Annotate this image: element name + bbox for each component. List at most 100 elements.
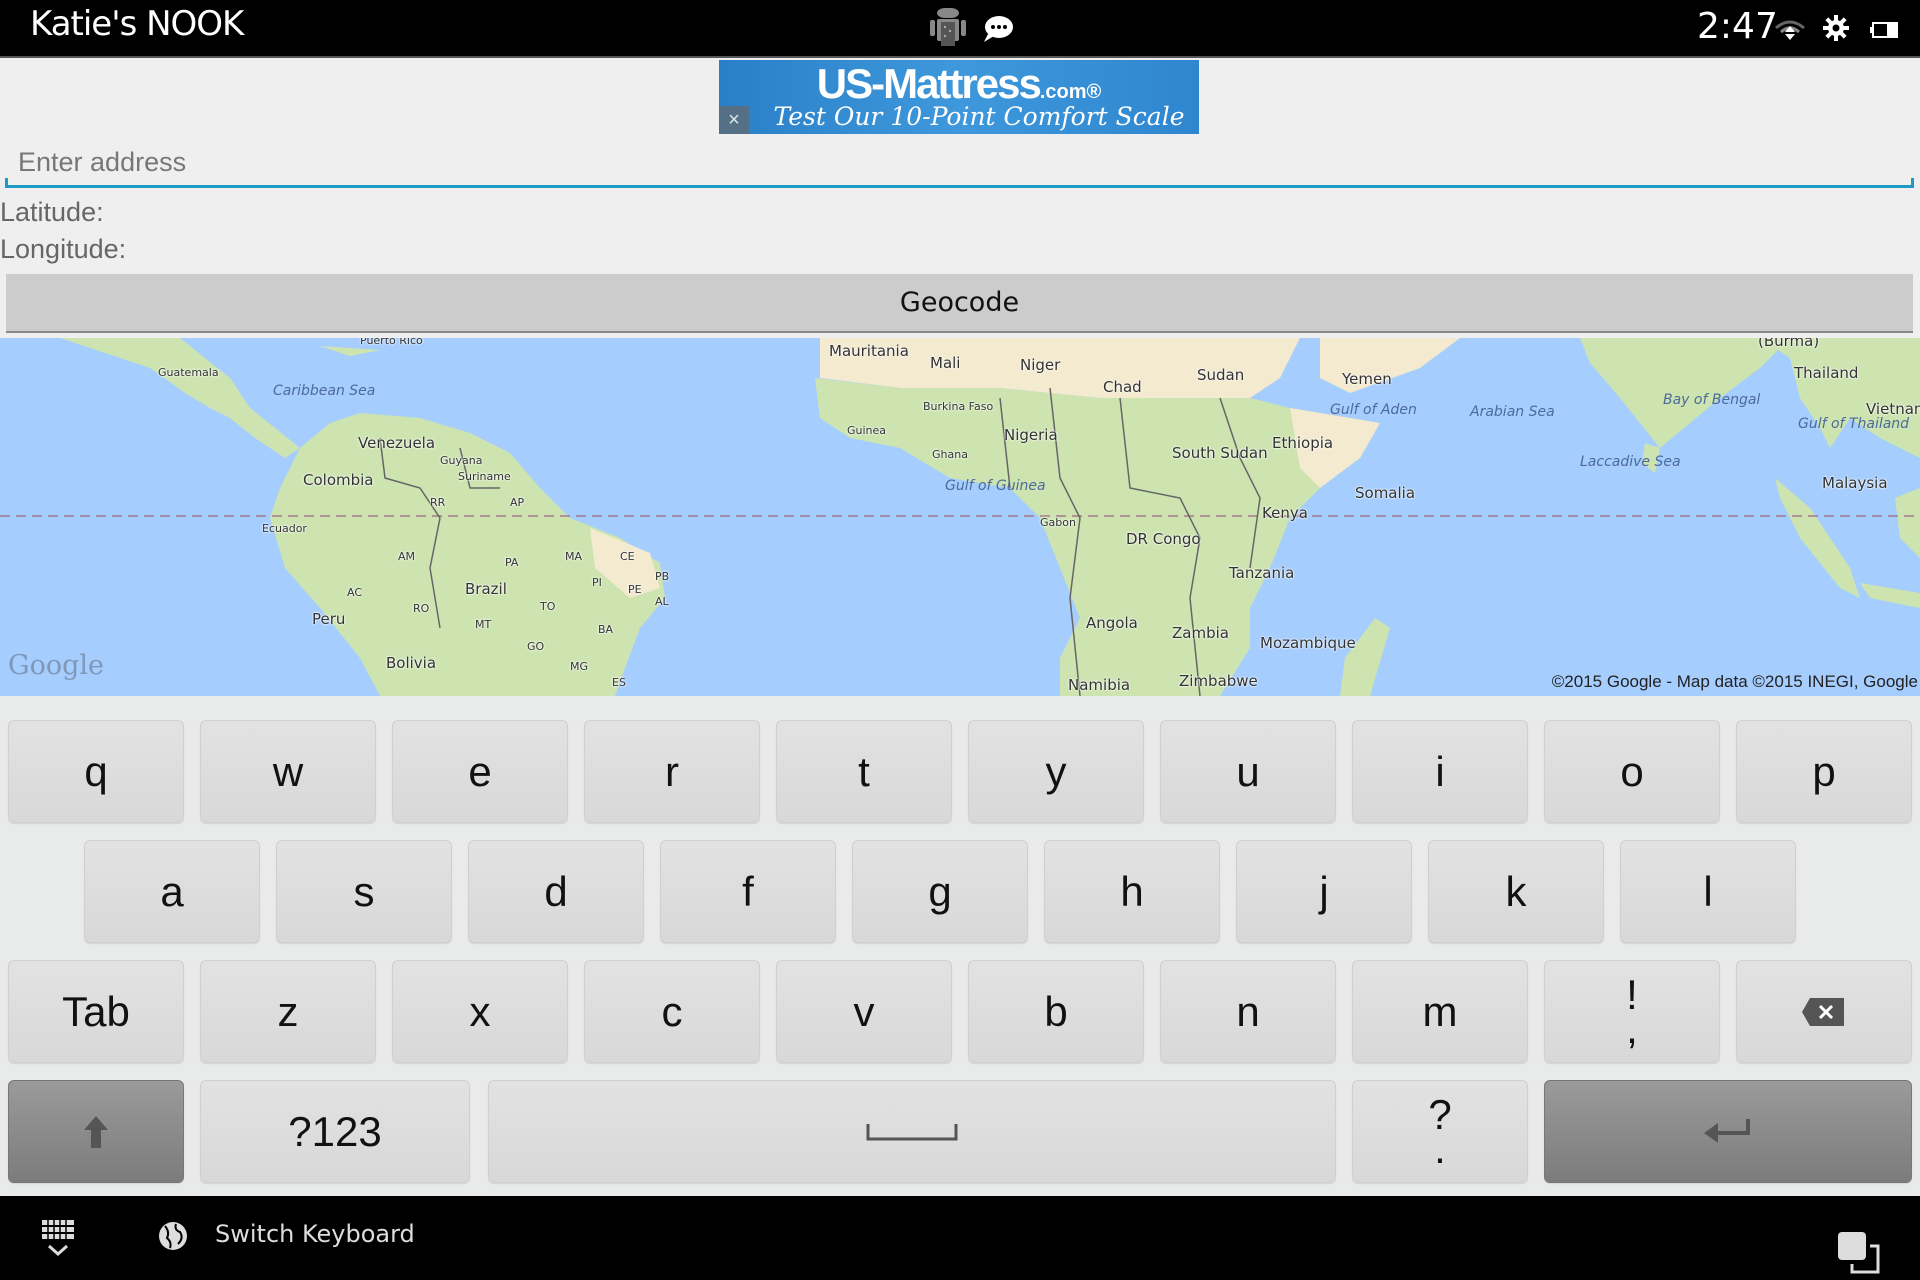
key-m[interactable]: m xyxy=(1352,960,1528,1063)
soft-keyboard: !, ?123 ?. q w e rt y u i o p a s d f g h j k… xyxy=(0,696,1920,1196)
google-logo: Google xyxy=(8,650,104,681)
key-label: n xyxy=(1236,987,1260,1035)
ad-brand: US-Mattress.com® xyxy=(816,60,1102,107)
map-label: AC xyxy=(347,586,363,599)
map-label: Angola xyxy=(1086,614,1138,632)
key-label-bottom: . xyxy=(1434,1124,1446,1172)
key-label: d xyxy=(544,867,568,915)
map-copyright: ©2015 Google - Map data ©2015 INEGI, Goo… xyxy=(1551,672,1918,691)
key-j[interactable]: j xyxy=(1236,840,1412,943)
map-label: AM xyxy=(398,550,416,563)
key-p[interactable]: p xyxy=(1736,720,1912,823)
key-k[interactable]: k xyxy=(1428,840,1604,943)
switch-keyboard-button[interactable]: Switch Keyboard xyxy=(215,1220,415,1248)
key-f[interactable]: f xyxy=(660,840,836,943)
map-label: PE xyxy=(628,583,642,596)
key-punct-question-period[interactable]: ?. xyxy=(1352,1080,1528,1183)
key-label: j xyxy=(1319,867,1329,915)
key-d[interactable]: d xyxy=(468,840,644,943)
key-o[interactable]: o xyxy=(1544,720,1720,823)
madagascar-land xyxy=(1340,618,1390,696)
map-label: Nigeria xyxy=(1004,426,1058,444)
map-label: Zimbabwe xyxy=(1179,672,1258,690)
key-label: k xyxy=(1505,867,1527,915)
key-punct-exclaim-comma[interactable]: !, xyxy=(1544,960,1720,1063)
android-debug-icon xyxy=(930,8,966,46)
address-input[interactable] xyxy=(5,140,1914,188)
map-label: Peru xyxy=(312,610,346,628)
enter-key[interactable] xyxy=(1544,1080,1912,1183)
geocode-button[interactable]: Geocode xyxy=(6,274,1913,333)
map-label: Mali xyxy=(930,354,961,372)
key-e[interactable]: e xyxy=(392,720,568,823)
map-label: Guyana xyxy=(440,454,483,467)
ad-banner[interactable]: US-Mattress.com® Test Our 10-Point Comfo… xyxy=(719,60,1199,134)
key-y[interactable]: y xyxy=(968,720,1144,823)
map-label: MT xyxy=(475,618,492,631)
key-g[interactable]: g xyxy=(852,840,1028,943)
key-label: o xyxy=(1620,747,1644,795)
key-v[interactable]: v xyxy=(776,960,952,1063)
key-z[interactable]: z xyxy=(200,960,376,1063)
map-label: Malaysia xyxy=(1822,474,1888,492)
key-s[interactable]: s xyxy=(276,840,452,943)
globe-icon[interactable] xyxy=(158,1220,188,1252)
map-label: Venezuela xyxy=(358,434,436,452)
symbols-key[interactable]: ?123 xyxy=(200,1080,470,1183)
map-label: Laccadive Sea xyxy=(1580,454,1681,470)
map-label: Chad xyxy=(1103,378,1142,396)
key-x[interactable]: x xyxy=(392,960,568,1063)
key-label: q xyxy=(84,747,108,795)
ad-tagline: Test Our 10-Point Comfort Scale xyxy=(773,102,1185,131)
map-label: RR xyxy=(430,496,446,509)
status-bar: Katie's NOOK 2:47 xyxy=(0,0,1920,58)
backspace-key[interactable] xyxy=(1736,960,1912,1063)
map-label: Brazil xyxy=(465,580,507,598)
key-n[interactable]: n xyxy=(1160,960,1336,1063)
map-label: BA xyxy=(598,623,614,636)
map-label: Guinea xyxy=(847,424,887,437)
map-label: DR Congo xyxy=(1126,530,1201,548)
map-label: ES xyxy=(612,676,626,689)
key-b[interactable]: b xyxy=(968,960,1144,1063)
shift-key[interactable] xyxy=(8,1080,184,1183)
map-label: Mauritania xyxy=(829,342,909,360)
map-label: MG xyxy=(570,660,589,673)
map-label: Thailand xyxy=(1794,364,1859,382)
key-r[interactable]: r xyxy=(584,720,760,823)
hide-keyboard-icon[interactable] xyxy=(40,1218,76,1258)
key-label: Tab xyxy=(62,987,130,1035)
space-key[interactable] xyxy=(488,1080,1336,1183)
key-i[interactable]: i xyxy=(1352,720,1528,823)
battery-icon xyxy=(1870,22,1898,38)
key-c[interactable]: c xyxy=(584,960,760,1063)
key-h[interactable]: h xyxy=(1044,840,1220,943)
sumatra-land xyxy=(1775,478,1860,598)
key-u[interactable]: u xyxy=(1160,720,1336,823)
borneo-land xyxy=(1895,488,1920,558)
ad-close-button[interactable]: × xyxy=(719,106,749,134)
map-label: Colombia xyxy=(303,471,374,489)
key-label: f xyxy=(742,867,754,915)
key-label: m xyxy=(1422,987,1458,1035)
key-label: x xyxy=(469,987,491,1035)
key-q[interactable]: q xyxy=(8,720,184,823)
map-view[interactable]: Puerto Rico Guatemala Caribbean Sea Venezue… xyxy=(0,338,1920,696)
map-label: Bay of Bengal xyxy=(1663,392,1761,408)
chat-notification-icon xyxy=(984,16,1013,42)
key-tab[interactable]: Tab xyxy=(8,960,184,1063)
map-label: Gulf of Guinea xyxy=(945,478,1046,494)
key-l[interactable]: l xyxy=(1620,840,1796,943)
recent-apps-icon[interactable] xyxy=(1838,1232,1882,1276)
key-w[interactable]: w xyxy=(200,720,376,823)
input-underline-cap-right xyxy=(1911,178,1914,188)
key-a[interactable]: a xyxy=(84,840,260,943)
key-t[interactable]: t xyxy=(776,720,952,823)
map-label: RO xyxy=(413,602,430,615)
map-label: Gulf of Thailand xyxy=(1798,416,1910,432)
key-label: y xyxy=(1045,747,1067,795)
key-label: e xyxy=(468,747,492,795)
device-name: Katie's NOOK xyxy=(30,4,244,44)
map-label: AP xyxy=(510,496,525,509)
settings-gear-icon[interactable] xyxy=(1822,14,1850,42)
